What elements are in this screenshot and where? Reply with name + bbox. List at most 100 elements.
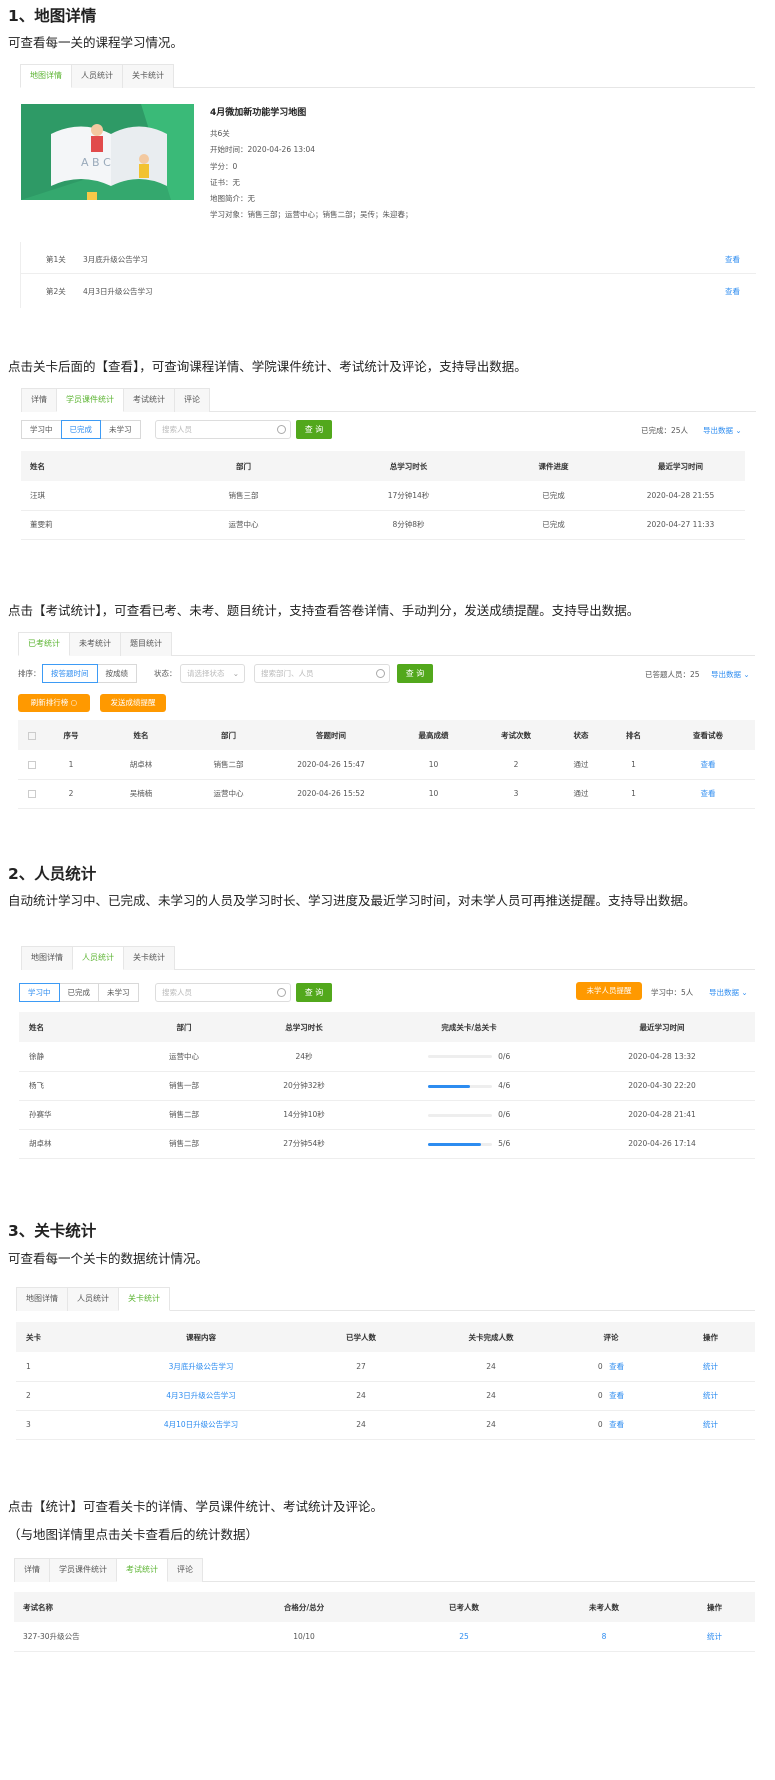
map-info-audience: 学习对象：销售三部；运营中心；销售二部；吴传；朱迎春； (210, 210, 413, 220)
refresh-icon: ○ (70, 698, 78, 707)
col-course: 课程内容 (106, 1322, 296, 1352)
people-tabs: 地图详情 人员统计 关卡统计 (21, 946, 755, 970)
tab-not-examined[interactable]: 未考统计 (69, 632, 121, 656)
view-link[interactable]: 查看 (725, 254, 740, 265)
filter-not-started[interactable]: 未学习 (100, 420, 141, 439)
comment-count: 0 (597, 1391, 603, 1400)
map-title: 4月微加新功能学习地图 (210, 108, 307, 118)
cell-completed: 24 (426, 1381, 556, 1411)
tab-exam-stats[interactable]: 考试统计 (123, 388, 175, 412)
comment-count: 0 (597, 1420, 603, 1429)
filter-completed[interactable]: 已完成 (60, 420, 101, 439)
tab-level-stats[interactable]: 关卡统计 (118, 1287, 170, 1311)
cell-name: 孙赛华 (19, 1100, 129, 1130)
tab-map-detail[interactable]: 地图详情 (16, 1287, 68, 1311)
course-link[interactable]: 4月3日升级公告学习 (106, 1381, 296, 1411)
stats-link[interactable]: 统计 (666, 1410, 755, 1440)
tab-map-detail[interactable]: 地图详情 (21, 946, 73, 970)
filter-not-started[interactable]: 未学习 (98, 983, 139, 1002)
query-button[interactable]: 查 询 (296, 420, 332, 439)
course-link[interactable]: 4月10日升级公告学习 (106, 1410, 296, 1440)
status-filter: 学习中 已完成 未学习 (19, 983, 139, 1002)
cell-last: 2020-04-26 17:14 (569, 1129, 755, 1159)
tab-student-courseware[interactable]: 学员课件统计 (56, 388, 124, 412)
view-link[interactable]: 查看 (725, 286, 740, 297)
tab-student-courseware[interactable]: 学员课件统计 (49, 1558, 117, 1582)
map-info-cert: 证书：无 (210, 177, 240, 187)
query-button[interactable]: 查 询 (397, 664, 433, 683)
cell-index: 1 (46, 750, 96, 780)
stats-link[interactable]: 统计 (666, 1381, 755, 1411)
cell-score: 10 (391, 750, 476, 780)
query-button[interactable]: 查 询 (296, 983, 332, 1002)
send-score-reminder-button[interactable]: 发送成绩提醒 (100, 694, 166, 712)
tab-examined[interactable]: 已考统计 (18, 632, 70, 656)
level-list: 第1关 3月底升级公告学习 查看 第2关 4月3日升级公告学习 查看 (20, 242, 756, 308)
level-view-desc: 点击关卡后面的【查看】，可查询课程详情、学院课件统计、考试统计及评论，支持导出数… (8, 359, 527, 374)
tab-detail[interactable]: 详情 (21, 388, 57, 412)
list-item: 第2关 4月3日升级公告学习 查看 (21, 274, 756, 306)
progress-bar (427, 1084, 492, 1088)
cell-time: 2020-04-26 15:52 (271, 779, 391, 809)
clear-icon[interactable] (277, 988, 286, 997)
filter-learning[interactable]: 学习中 (19, 983, 60, 1002)
row-checkbox[interactable] (18, 779, 46, 809)
tab-question-stats[interactable]: 题目统计 (120, 632, 172, 656)
cell-exam-name: 327-30升级公告 (14, 1622, 214, 1652)
cell-comments: 0 查看 (556, 1381, 666, 1411)
tab-level-stats[interactable]: 关卡统计 (122, 64, 174, 88)
cell-last: 2020-04-28 13:32 (569, 1042, 755, 1072)
view-paper-link[interactable]: 查看 (661, 779, 755, 809)
clear-icon[interactable] (277, 425, 286, 434)
tab-map-detail[interactable]: 地图详情 (20, 64, 72, 88)
col-rank: 排名 (606, 720, 661, 750)
tab-level-stats[interactable]: 关卡统计 (123, 946, 175, 970)
cell-dept: 运营中心 (161, 510, 326, 540)
tab-comments[interactable]: 评论 (174, 388, 210, 412)
stats-link[interactable]: 统计 (666, 1352, 755, 1382)
row-checkbox[interactable] (18, 750, 46, 780)
clear-icon[interactable] (376, 669, 385, 678)
table-row: 2 吴楠楠 运营中心 2020-04-26 15:52 10 3 通过 1 查看 (18, 779, 755, 809)
select-all-checkbox[interactable] (18, 720, 46, 750)
view-comments-link[interactable]: 查看 (609, 1420, 624, 1429)
course-link[interactable]: 3月底升级公告学习 (106, 1352, 296, 1382)
refresh-ranking-button[interactable]: 刷新排行榜 ○ (18, 694, 90, 712)
cell-learned: 27 (296, 1352, 426, 1382)
filter-learning[interactable]: 学习中 (21, 420, 62, 439)
view-comments-link[interactable]: 查看 (609, 1362, 624, 1371)
cell-status: 通过 (556, 750, 606, 780)
tab-detail[interactable]: 详情 (14, 1558, 50, 1582)
export-button[interactable]: 导出数据 ⌄ (711, 669, 750, 680)
view-comments-link[interactable]: 查看 (609, 1391, 624, 1400)
cell-dept: 运营中心 (186, 779, 271, 809)
cell-rank: 1 (606, 750, 661, 780)
col-dept: 部门 (129, 1012, 239, 1042)
export-button[interactable]: 导出数据 ⌄ (703, 425, 742, 436)
not-examined-count-link[interactable]: 8 (534, 1622, 674, 1652)
cell-index: 2 (46, 779, 96, 809)
examined-count-link[interactable]: 25 (394, 1622, 534, 1652)
tab-people-stats[interactable]: 人员统计 (71, 64, 123, 88)
level-stats-tabs: 地图详情 人员统计 关卡统计 (16, 1287, 755, 1311)
stats-link[interactable]: 统计 (674, 1622, 755, 1652)
map-info-intro: 地图简介：无 (210, 194, 255, 204)
remind-unlearned-button[interactable]: 未学人员提醒 (576, 982, 642, 1000)
export-button[interactable]: 导出数据 ⌄ (709, 987, 748, 998)
search-input[interactable]: 搜索部门、人员 (254, 664, 390, 683)
filter-completed[interactable]: 已完成 (58, 983, 99, 1002)
tab-people-stats[interactable]: 人员统计 (67, 1287, 119, 1311)
tab-people-stats[interactable]: 人员统计 (72, 946, 124, 970)
tab-comments[interactable]: 评论 (167, 1558, 203, 1582)
state-placeholder: 请选择状态 (187, 669, 225, 678)
search-input[interactable]: 搜索人员 (155, 983, 291, 1002)
sort-by-time[interactable]: 按答题时间 (42, 664, 98, 683)
sort-by-score[interactable]: 按成绩 (96, 664, 137, 683)
tab-exam-stats[interactable]: 考试统计 (116, 1558, 168, 1582)
col-total-time: 总学习时长 (326, 451, 491, 481)
search-input[interactable]: 搜索人员 (155, 420, 291, 439)
cell-attempts: 2 (476, 750, 556, 780)
view-paper-link[interactable]: 查看 (661, 750, 755, 780)
cell-level: 2 (16, 1381, 106, 1411)
state-select[interactable]: 请选择状态 ⌄ (180, 664, 245, 683)
